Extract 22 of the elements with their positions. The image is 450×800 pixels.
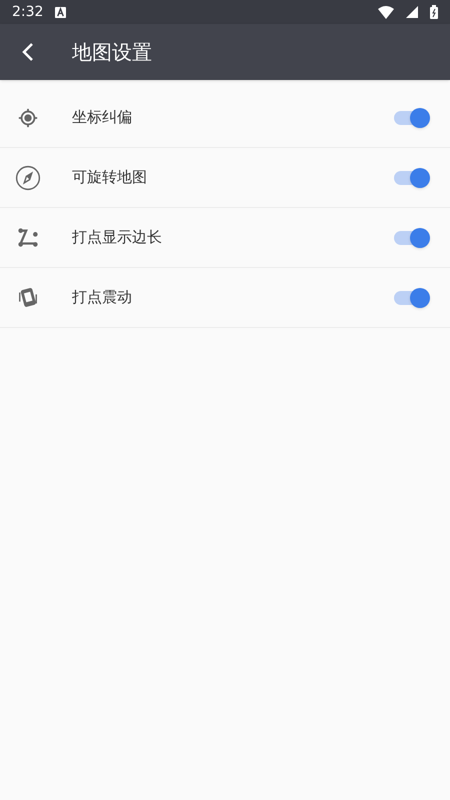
setting-row[interactable]: 坐标纠偏 bbox=[0, 88, 450, 148]
wifi-icon bbox=[378, 6, 394, 18]
battery-icon bbox=[430, 5, 438, 19]
compass-icon bbox=[15, 164, 41, 190]
crosshair-icon bbox=[17, 106, 39, 128]
setting-label: 打点显示边长 bbox=[72, 227, 163, 248]
setting-row[interactable]: 打点显示边长 bbox=[0, 208, 450, 268]
notification-icon bbox=[55, 6, 66, 18]
setting-label: 坐标纠偏 bbox=[72, 107, 133, 128]
signal-icon bbox=[406, 6, 418, 18]
status-time: 2:32 bbox=[12, 2, 44, 22]
setting-label: 打点震动 bbox=[72, 287, 133, 308]
page-title: 地图设置 bbox=[72, 39, 152, 66]
toggle-switch[interactable] bbox=[394, 168, 430, 188]
toggle-switch[interactable] bbox=[394, 228, 430, 248]
back-icon bbox=[21, 42, 35, 62]
toggle-switch[interactable] bbox=[394, 288, 430, 308]
polyline-icon bbox=[17, 226, 39, 248]
toggle-switch[interactable] bbox=[394, 108, 430, 128]
setting-label: 可旋转地图 bbox=[72, 167, 148, 188]
setting-row[interactable]: 可旋转地图 bbox=[0, 148, 450, 208]
setting-row[interactable]: 打点震动 bbox=[0, 268, 450, 328]
